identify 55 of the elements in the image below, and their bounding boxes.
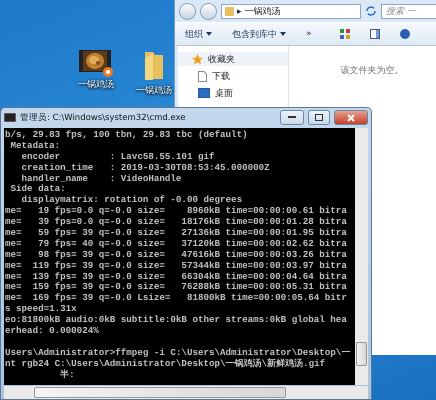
maximize-button[interactable] <box>308 110 330 126</box>
console-line: handler_name : VideoHandle <box>20 174 182 184</box>
close-button[interactable] <box>334 110 368 126</box>
refresh-icon[interactable] <box>365 5 377 17</box>
console-line: me= 19 fps=0.0 q=-0.0 size= 8960kB time=00:00:00.61 bitra <box>5 206 348 217</box>
console-line: Metadata: <box>10 140 62 152</box>
nav-item[interactable]: 收藏夹 <box>178 52 288 66</box>
disc-icon <box>103 67 113 77</box>
empty-folder-message: 该文件夹为空。 <box>340 64 404 76</box>
console-line: me= 59 fps= 39 q=-0.0 size= 27136kB time=00:00:01.95 bitra <box>5 228 348 239</box>
search-field[interactable]: 搜索 一 <box>381 4 436 18</box>
console-line: 半: <box>59 370 76 380</box>
folder-icon <box>143 50 165 80</box>
horizontal-scrollbar[interactable] <box>4 386 368 399</box>
preview-pane-icon[interactable] <box>370 29 380 39</box>
console-line: creation_time : 2019-03-30T08:53:45.000000Z <box>20 162 271 174</box>
desktop-icon-label[interactable]: 一锅鸡汤 <box>136 84 172 97</box>
folder-icon <box>225 6 234 16</box>
desktop-icon-label[interactable]: 一锅鸡汤 <box>78 78 114 91</box>
close-icon <box>347 114 355 122</box>
toolbar-menu-button[interactable]: 包含到库中 <box>232 28 286 40</box>
minimize-button[interactable] <box>280 110 304 126</box>
console-line: me= 98 fps= 39 q=-0.0 size= 47616kB time=00:00:03.26 bitra <box>5 250 348 261</box>
more-button[interactable]: » <box>306 29 312 39</box>
vertical-scrollbar[interactable] <box>355 128 368 386</box>
console-line: me= 79 fps= 40 q=-0.0 size= 37120kB time=00:00:02.62 bitra <box>5 238 348 250</box>
minimize-icon <box>288 116 296 120</box>
view-icon[interactable] <box>340 29 350 39</box>
monitor-icon <box>198 88 210 98</box>
help-icon[interactable] <box>400 29 410 39</box>
console-line: s speed=1.31x <box>5 304 78 315</box>
console-line: b/s, 29.83 fps, 100 tbn, 29.83 tbc (default) <box>5 130 249 141</box>
console-line: me= 139 fps= 39 q=-0.0 size= 66304kB time=00:00:04.64 bitra <box>5 272 348 282</box>
console-line: me= 159 fps= 39 q=-0.0 size= 76288kB time=00:00:05.31 bitra <box>5 282 348 293</box>
console-line: me= 169 fps= 39 q=-0.0 Lsize= 81800kB time=00:00:05.64 bitr <box>5 293 348 304</box>
console-line: erhead: 0.000024% <box>5 326 100 337</box>
address-bar[interactable]: ▸ 一锅鸡汤 <box>221 4 361 18</box>
console-line: displaymatrix: rotation of -0.00 degrees <box>20 195 244 206</box>
caret-icon <box>206 32 212 36</box>
caret-icon <box>280 32 286 36</box>
console-icon <box>4 113 16 122</box>
maximize-icon <box>315 114 323 122</box>
window-title: 管理员: C:\Windows\system32\cmd.exe <box>20 112 187 124</box>
console-line: Side data: <box>10 184 67 195</box>
console-line: me= 119 fps= 39 q=-0.0 size= 57344kB time=00:00:03.97 bitra <box>5 260 348 272</box>
console-line: encoder : Lavc58.55.101 gif <box>20 152 216 163</box>
console-line: nt rgb24 C:\Users\Administrator\Desktop\一锅鸡汤\新鲜鸡汤.gif <box>5 358 326 369</box>
nav-item[interactable]: 下载 <box>178 69 288 83</box>
nav-item[interactable]: 桌面 <box>178 86 288 100</box>
console-line: me= 39 fps=0.0 q=-0.0 size= 18176kB time=00:00:01.28 bitra <box>5 217 348 228</box>
console-line: Users\Administrator>ffmpeg -i C:\Users\Administrator\Desktop\一 <box>5 348 352 358</box>
console-line: eo:81800kB audio:0kB subtitle:0kB other streams:0kB global hea <box>5 315 348 326</box>
document-icon <box>198 70 207 82</box>
toolbar-menu-button[interactable]: 组织 <box>185 28 212 40</box>
star-icon <box>192 54 203 64</box>
